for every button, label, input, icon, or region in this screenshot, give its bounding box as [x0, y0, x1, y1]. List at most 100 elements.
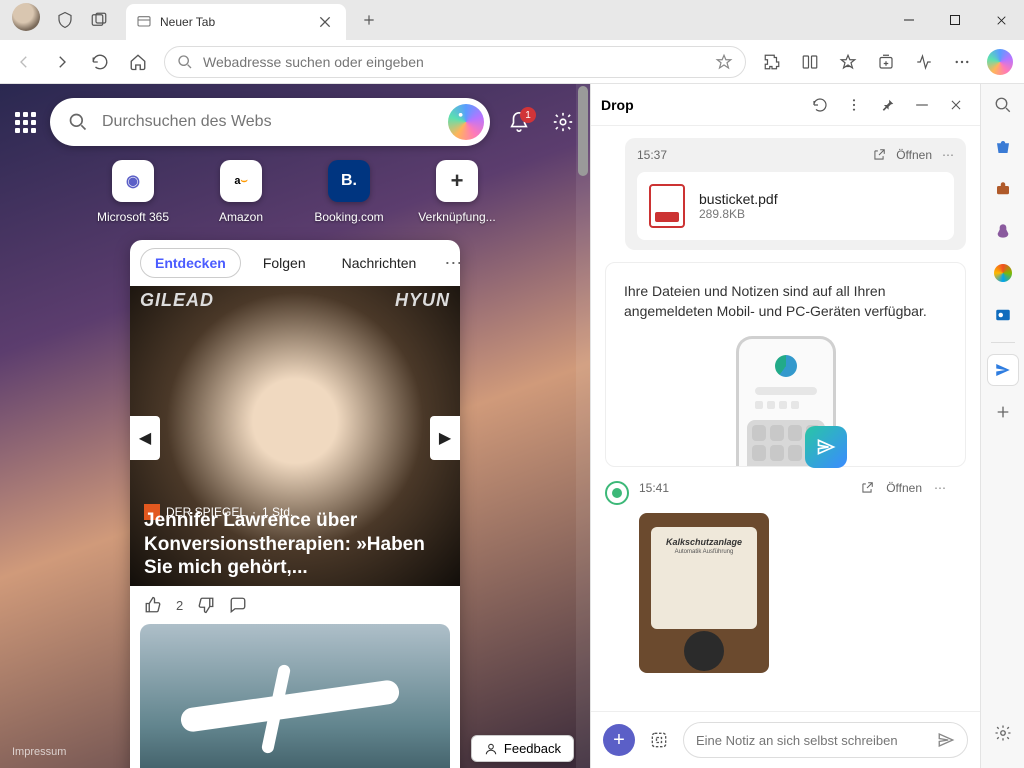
tab-close-button[interactable] — [314, 11, 336, 33]
attachment-filename: busticket.pdf — [699, 191, 778, 207]
titlebar: Neuer Tab — [0, 0, 1024, 40]
feed-tab-discover[interactable]: Entdecken — [140, 248, 241, 278]
address-input[interactable] — [203, 54, 705, 70]
sidebar-shopping-button[interactable] — [988, 132, 1018, 162]
copilot-icon[interactable] — [448, 104, 484, 140]
open-link[interactable]: Öffnen — [896, 148, 932, 162]
comment-icon[interactable] — [229, 596, 247, 614]
dislike-icon[interactable] — [197, 596, 215, 614]
refresh-button[interactable] — [82, 44, 118, 80]
browser-tab[interactable]: Neuer Tab — [126, 4, 346, 40]
drop-composer: + — [591, 711, 980, 768]
sidebar-m365-button[interactable] — [988, 258, 1018, 288]
favorites-button[interactable] — [830, 44, 866, 80]
web-search-input[interactable] — [102, 113, 434, 131]
hero-title: Jennifer Lawrence über Konversionstherap… — [144, 509, 446, 580]
scrollbar[interactable] — [576, 84, 590, 768]
quick-link[interactable]: a⌣Amazon — [201, 160, 281, 224]
toolbar — [0, 40, 1024, 84]
split-screen-button[interactable] — [792, 44, 828, 80]
drop-title: Drop — [601, 97, 800, 113]
paste-button[interactable] — [645, 726, 673, 754]
like-icon[interactable] — [144, 596, 162, 614]
like-count: 2 — [176, 598, 183, 613]
copilot-button[interactable] — [982, 44, 1018, 80]
search-icon — [177, 54, 193, 70]
send-icon[interactable] — [937, 731, 955, 749]
carousel-next-button[interactable]: ▶ — [430, 416, 460, 460]
phone-illustration — [736, 336, 836, 466]
message-more-button[interactable]: ⋯ — [934, 481, 946, 495]
impressum-link[interactable]: Impressum — [12, 746, 66, 758]
window-minimize-button[interactable] — [886, 0, 932, 40]
message-time: 15:37 — [637, 148, 862, 162]
drop-message: 15:37 Öffnen ⋯ busticket.pdf 289.8KB — [625, 138, 966, 250]
feed-tab-follow[interactable]: Folgen — [249, 249, 320, 277]
pdf-icon — [649, 184, 685, 228]
forward-button[interactable] — [44, 44, 80, 80]
quick-link[interactable]: ◉Microsoft 365 — [93, 160, 173, 224]
new-tab-page: 1 ◉Microsoft 365 a⌣Amazon B.Booking.com … — [0, 84, 590, 768]
drop-refresh-button[interactable] — [806, 91, 834, 119]
web-search-box[interactable] — [50, 98, 490, 146]
sidebar-search-button[interactable] — [988, 90, 1018, 120]
more-button[interactable] — [944, 44, 980, 80]
extensions-button[interactable] — [754, 44, 790, 80]
address-bar[interactable] — [164, 46, 746, 78]
attachment-filesize: 289.8KB — [699, 207, 778, 221]
collections-button[interactable] — [868, 44, 904, 80]
sidebar-add-button[interactable] — [988, 397, 1018, 427]
notifications-badge: 1 — [520, 107, 536, 123]
drop-minimize-button[interactable] — [908, 91, 936, 119]
open-external-icon[interactable] — [860, 481, 874, 495]
feed-card[interactable] — [140, 624, 450, 768]
edge-sidebar — [980, 84, 1024, 768]
feed-tab-news[interactable]: Nachrichten — [328, 249, 431, 277]
open-link[interactable]: Öffnen — [886, 481, 922, 495]
send-illustration-icon — [805, 426, 847, 468]
drop-panel: Drop 15:37 Öffnen ⋯ busticket.pdf — [590, 84, 980, 768]
tab-actions-icon[interactable] — [82, 3, 116, 37]
sidebar-settings-button[interactable] — [988, 718, 1018, 748]
window-close-button[interactable] — [978, 0, 1024, 40]
drop-more-button[interactable] — [840, 91, 868, 119]
carousel-prev-button[interactable]: ◀ — [130, 416, 160, 460]
open-external-icon[interactable] — [872, 148, 886, 162]
back-button[interactable] — [6, 44, 42, 80]
performance-button[interactable] — [906, 44, 942, 80]
workspaces-icon[interactable] — [48, 3, 82, 37]
news-feed: Entdecken Folgen Nachrichten ⋯ GILEADHYU… — [130, 240, 460, 768]
quick-links: ◉Microsoft 365 a⌣Amazon B.Booking.com +V… — [0, 152, 590, 234]
add-attachment-button[interactable]: + — [603, 724, 635, 756]
feedback-button[interactable]: Feedback — [471, 735, 574, 762]
feed-hero-card[interactable]: GILEADHYUN ◀ ▶ DER SPIEGEL·1 Std. Jennif… — [130, 286, 460, 586]
feed-options-button[interactable]: ⋯ — [438, 253, 460, 274]
notifications-button[interactable]: 1 — [502, 111, 536, 133]
app-launcher-icon[interactable] — [12, 109, 38, 135]
message-time: 15:41 — [639, 481, 848, 495]
favorite-icon[interactable] — [715, 53, 733, 71]
sidebar-games-button[interactable] — [988, 216, 1018, 246]
profile-avatar[interactable] — [12, 3, 40, 31]
note-input[interactable] — [696, 733, 929, 748]
quick-link-add[interactable]: +Verknüpfung... — [417, 160, 497, 224]
home-button[interactable] — [120, 44, 156, 80]
sidebar-outlook-button[interactable] — [988, 300, 1018, 330]
attachment[interactable]: busticket.pdf 289.8KB — [637, 172, 954, 240]
window-maximize-button[interactable] — [932, 0, 978, 40]
sidebar-drop-button[interactable] — [988, 355, 1018, 385]
message-more-button[interactable]: ⋯ — [942, 148, 954, 162]
note-input-wrapper[interactable] — [683, 722, 968, 758]
drop-info-card: Ihre Dateien und Notizen sind auf all Ih… — [605, 262, 966, 467]
drop-close-button[interactable] — [942, 91, 970, 119]
tab-title: Neuer Tab — [160, 15, 306, 29]
attachment-image[interactable]: KalkschutzanlageAutomatik Ausführung — [639, 513, 769, 673]
page-settings-button[interactable] — [548, 111, 578, 133]
search-icon — [68, 112, 88, 132]
new-tab-button[interactable] — [352, 3, 386, 37]
drop-message: 15:41 Öffnen ⋯ KalkschutzanlageAutomatik… — [605, 481, 946, 673]
drop-pin-button[interactable] — [874, 91, 902, 119]
sender-avatar — [605, 481, 629, 505]
sidebar-tools-button[interactable] — [988, 174, 1018, 204]
quick-link[interactable]: B.Booking.com — [309, 160, 389, 224]
